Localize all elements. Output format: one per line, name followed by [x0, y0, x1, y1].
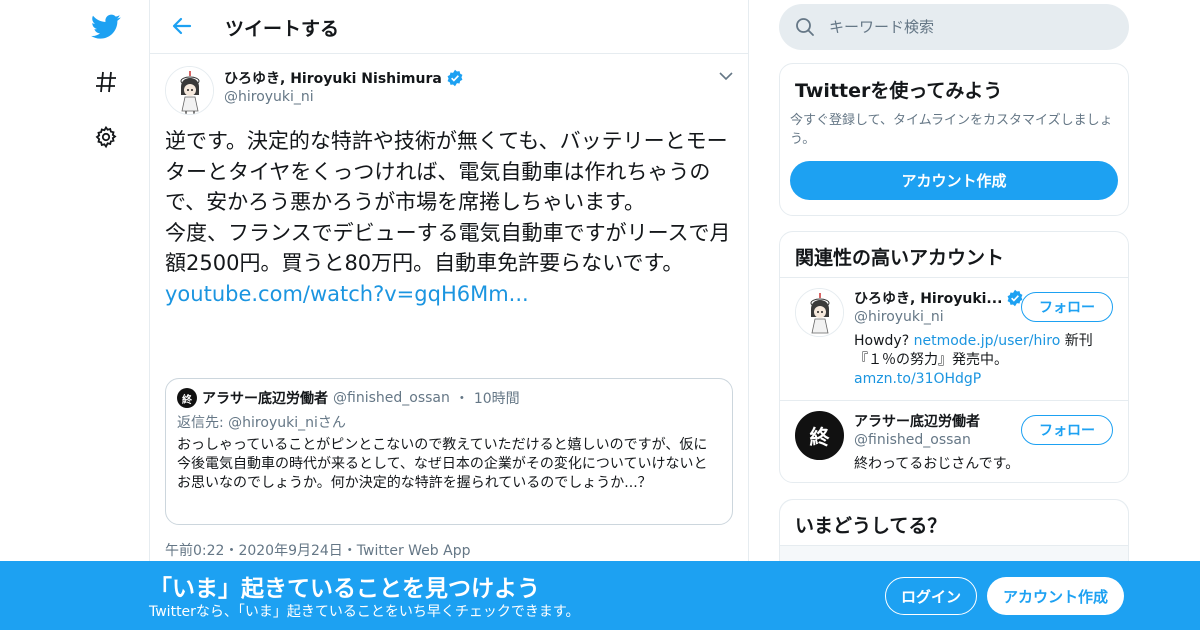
- author-name[interactable]: ひろゆき, Hiroyuki Nishimura: [224, 68, 464, 88]
- quote-author-handle: @finished_ossan: [333, 390, 450, 406]
- tweet-text: 逆です。決定的な特許や技術が無くても、バッテリーとモーターとタイヤをくっつければ…: [165, 126, 737, 309]
- follow-button[interactable]: フォロー: [1021, 415, 1113, 445]
- author-avatar[interactable]: [165, 66, 214, 115]
- signup-card-desc: 今すぐ登録して、タイムラインをカスタマイズしましょう。: [790, 113, 1113, 147]
- banner-title: 「いま」起きていることを見つけよう: [149, 576, 540, 602]
- verified-badge-icon: [447, 69, 463, 87]
- related-accounts-title: 関連性の高いアカウント: [780, 232, 1128, 278]
- search-input[interactable]: [829, 18, 1099, 36]
- quote-author-name: アラサー底辺労働者: [202, 391, 328, 407]
- related-account-avatar[interactable]: [795, 288, 844, 337]
- follow-button[interactable]: フォロー: [1021, 292, 1113, 322]
- twitter-bird-icon[interactable]: [88, 9, 124, 45]
- related-account-name[interactable]: ひろゆき, Hiroyuki...: [854, 288, 1024, 308]
- gear-icon[interactable]: [88, 119, 124, 155]
- related-account-name-text: ひろゆき, Hiroyuki...: [854, 291, 1003, 307]
- bio-link[interactable]: netmode.jp/user/hiro: [914, 333, 1061, 349]
- trends-title: いまどうしてる？: [780, 500, 1128, 546]
- page-header: ツイートする: [150, 0, 748, 54]
- quote-body: おっしゃっていることがピンとこないので教えていただけると嬉しいのですが、仮に今後…: [177, 437, 708, 491]
- related-account-item[interactable]: 終 アラサー底辺労働者 @finished_ossan フォロー 終わってるおじ…: [780, 401, 1128, 483]
- signup-card: Twitterを使ってみよう 今すぐ登録して、タイムラインをカスタマイズしましょ…: [779, 63, 1129, 216]
- related-account-item[interactable]: ひろゆき, Hiroyuki... @hiroyuki_ni フォロー Howd…: [780, 278, 1128, 401]
- search-icon: [796, 18, 814, 36]
- back-arrow-icon[interactable]: [168, 12, 196, 40]
- signup-banner: 「いま」起きていることを見つけよう Twitterなら、「いま」起きていることを…: [0, 561, 1200, 630]
- signup-card-title: Twitterを使ってみよう: [795, 80, 1003, 102]
- create-account-button[interactable]: アカウント作成: [790, 161, 1118, 200]
- related-account-name[interactable]: アラサー底辺労働者: [854, 411, 980, 431]
- tweet-link[interactable]: youtube.com/watch?v=gqH6Mm...: [165, 282, 529, 306]
- banner-subtitle: Twitterなら、「いま」起きていることをいち早くチェックできます。: [149, 604, 580, 620]
- related-accounts-card: 関連性の高いアカウント ひろゆき, Hiroyuki... @hiroyuki_…: [779, 231, 1129, 483]
- bio-text: Howdy?: [854, 333, 914, 349]
- quote-reply-to: 返信先: @hiroyuki_niさん: [177, 415, 346, 431]
- left-nav: [0, 0, 150, 630]
- author-name-text: ひろゆき, Hiroyuki Nishimura: [224, 71, 442, 87]
- related-account-bio: 終わってるおじさんです。: [854, 456, 1020, 472]
- quote-timestamp: 10時間: [473, 391, 520, 407]
- login-button[interactable]: ログイン: [885, 577, 977, 615]
- bio-link[interactable]: amzn.to/31OHdgP: [854, 371, 981, 387]
- related-account-handle: @hiroyuki_ni: [854, 309, 944, 325]
- related-account-avatar[interactable]: 終: [795, 411, 844, 460]
- quote-avatar: 終: [177, 388, 197, 408]
- author-handle[interactable]: @hiroyuki_ni: [224, 89, 314, 105]
- quoted-tweet[interactable]: 終 アラサー底辺労働者 @finished_ossan ・ 10時間 返信先: @h…: [165, 378, 733, 525]
- page-title: ツイートする: [225, 18, 340, 40]
- search-box[interactable]: [779, 4, 1129, 50]
- related-account-handle: @finished_ossan: [854, 432, 971, 448]
- chevron-down-icon[interactable]: [717, 67, 735, 85]
- tweet-body: 逆です。決定的な特許や技術が無くても、バッテリーとモーターとタイヤをくっつければ…: [165, 129, 731, 275]
- hashtag-icon[interactable]: [88, 64, 124, 100]
- related-account-bio: Howdy? netmode.jp/user/hiro 新刊『１％の努力』発売中…: [854, 332, 1094, 389]
- avatar-glyph: 終: [809, 425, 830, 449]
- signup-button[interactable]: アカウント作成: [987, 577, 1124, 615]
- quote-separator: ・: [454, 391, 469, 407]
- tweet-meta[interactable]: 午前0:22・2020年9月24日・Twitter Web App: [165, 540, 470, 560]
